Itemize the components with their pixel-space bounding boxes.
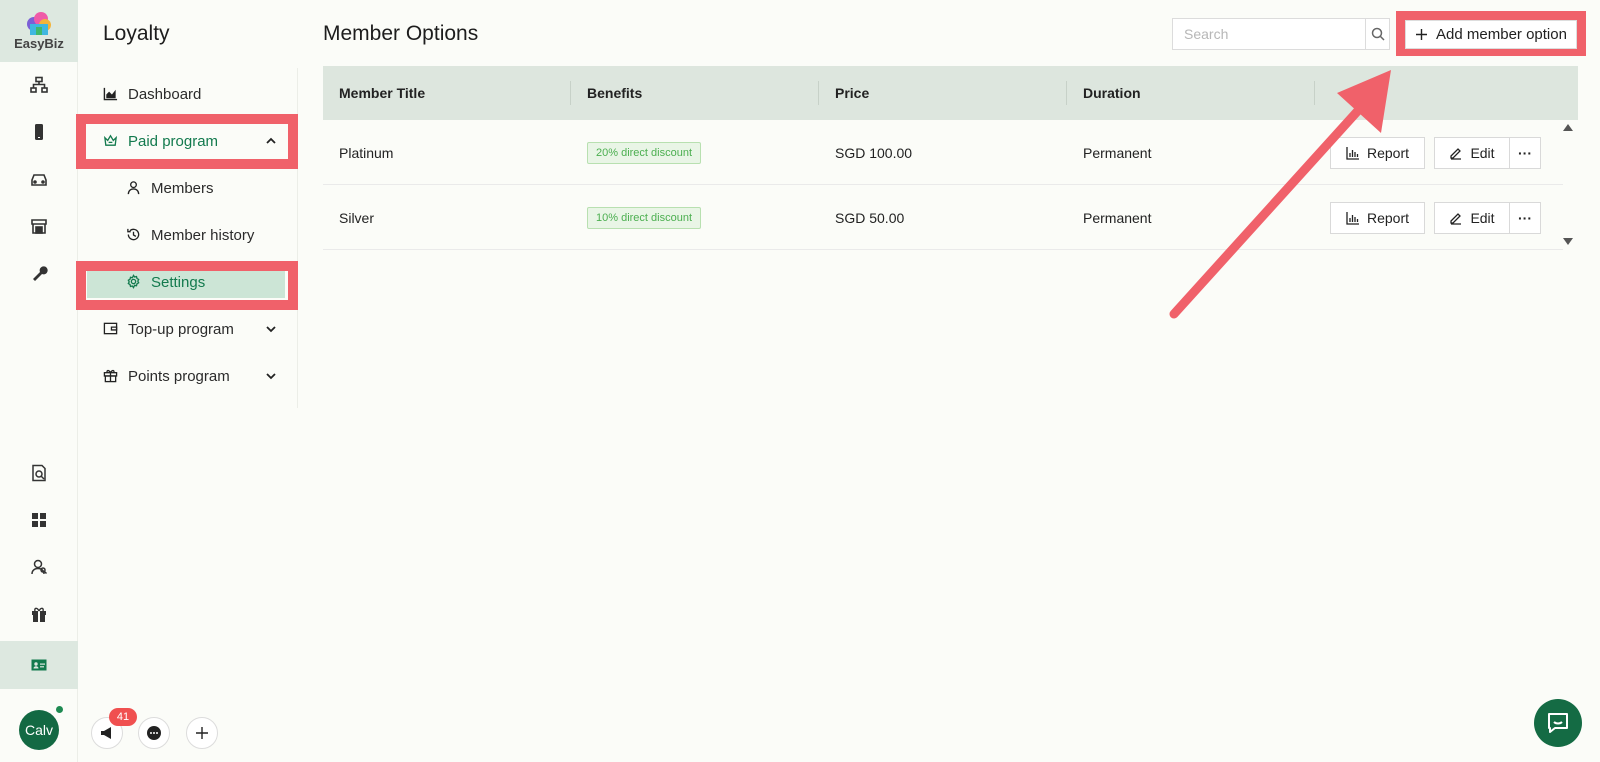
report-label: Report (1366, 210, 1410, 226)
avatar[interactable]: Calv (19, 710, 59, 750)
search-button[interactable] (1365, 19, 1389, 49)
sidebar-item-top-up-program[interactable]: Top-up program (78, 309, 300, 349)
megaphone-icon (101, 727, 111, 739)
sidebar-item-members[interactable]: Members (78, 168, 300, 208)
chevron-down-icon (266, 373, 276, 380)
more-button[interactable]: ··· (1509, 202, 1541, 234)
table-row[interactable]: Silver 10% direct discount SGD 50.00 Per… (323, 185, 1563, 250)
sidebar-item-label: Top-up program (128, 320, 234, 338)
loyalty-sidebar: Loyalty Dashboard Paid program Members M… (76, 0, 300, 762)
plus-icon (196, 727, 208, 739)
add-member-option-button[interactable]: Add member option (1405, 20, 1577, 49)
sidebar-item-label: Member history (151, 226, 255, 244)
logo-text: EasyBiz (14, 36, 64, 51)
bar-chart-icon (1346, 212, 1359, 225)
column-header: Duration (1083, 85, 1141, 101)
car-icon[interactable] (0, 155, 78, 203)
benefit-badge: 20% direct discount (587, 141, 701, 164)
org-chart-icon[interactable] (0, 61, 78, 109)
logo-icon (27, 12, 51, 35)
chart-icon (103, 86, 119, 102)
sidebar-item-points-program[interactable]: Points program (78, 356, 300, 396)
user-icon (126, 180, 142, 196)
member-options-table: Member Title Benefits Price Duration Pla… (323, 66, 1578, 250)
more-button[interactable]: ··· (1509, 137, 1541, 169)
store-icon[interactable] (0, 202, 78, 250)
sidebar-item-label: Dashboard (128, 85, 202, 103)
search-input[interactable] (1173, 19, 1365, 49)
edit-label: Edit (1470, 210, 1495, 226)
phone-icon[interactable] (0, 108, 78, 156)
support-chat-button[interactable] (1534, 699, 1582, 747)
sidebar-item-label: Points program (128, 367, 230, 385)
add-button[interactable] (186, 717, 218, 749)
search-icon (1371, 27, 1385, 41)
table-header: Member Title Benefits Price Duration (323, 66, 1578, 120)
edit-button[interactable]: Edit (1434, 202, 1510, 234)
benefit-badge: 10% direct discount (587, 206, 701, 229)
duration-cell: Permanent (1083, 209, 1152, 226)
gift-icon[interactable] (0, 590, 78, 638)
column-header: Price (835, 85, 870, 101)
table-row[interactable]: Platinum 20% direct discount SGD 100.00 … (323, 120, 1563, 185)
report-search-icon[interactable] (0, 449, 78, 497)
grid-icon[interactable] (0, 496, 78, 544)
report-label: Report (1366, 145, 1410, 161)
report-button[interactable]: Report (1330, 137, 1425, 169)
member-card-icon[interactable] (0, 641, 78, 689)
sidebar-item-label: Members (151, 179, 214, 197)
price-cell: SGD 100.00 (835, 144, 913, 161)
logo[interactable]: EasyBiz (0, 0, 78, 62)
column-separator (1314, 81, 1315, 105)
column-header: Benefits (587, 85, 643, 101)
scroll-up-arrow[interactable] (1563, 124, 1573, 131)
sidebar-item-dashboard[interactable]: Dashboard (78, 74, 300, 114)
online-status-dot (56, 706, 63, 713)
notification-badge: 41 (109, 708, 137, 726)
highlight-settings (76, 261, 298, 310)
sidebar-title: Loyalty (103, 22, 170, 45)
plus-icon (1416, 29, 1428, 40)
column-separator (570, 81, 571, 105)
icon-rail: EasyBiz (0, 0, 78, 762)
column-separator (1066, 81, 1067, 105)
edit-button[interactable]: Edit (1434, 137, 1510, 169)
bar-chart-icon (1346, 147, 1359, 160)
highlight-paid-program (76, 114, 298, 169)
page-title: Member Options (323, 22, 479, 45)
chat-icon (1548, 713, 1568, 733)
add-button-label: Add member option (1436, 26, 1567, 43)
gift-icon (103, 368, 119, 384)
column-header: Member Title (339, 85, 426, 101)
wallet-icon (103, 321, 119, 337)
pencil-icon (1450, 148, 1462, 160)
price-cell: SGD 50.00 (835, 209, 905, 226)
sidebar-item-member-history[interactable]: Member history (78, 215, 300, 255)
chevron-down-icon (266, 326, 276, 333)
pencil-icon (1450, 213, 1462, 225)
report-button[interactable]: Report (1330, 202, 1425, 234)
duration-cell: Permanent (1083, 144, 1152, 161)
users-icon[interactable] (0, 543, 78, 591)
wrench-icon[interactable] (0, 249, 78, 297)
column-separator (818, 81, 819, 105)
edit-label: Edit (1470, 145, 1495, 161)
search-box (1172, 18, 1390, 50)
chat-bubble-icon (147, 726, 161, 740)
history-icon (126, 227, 142, 243)
member-title-cell: Platinum (339, 144, 394, 161)
scroll-down-arrow[interactable] (1563, 238, 1573, 245)
member-title-cell: Silver (339, 209, 375, 226)
messages-button[interactable] (138, 717, 170, 749)
